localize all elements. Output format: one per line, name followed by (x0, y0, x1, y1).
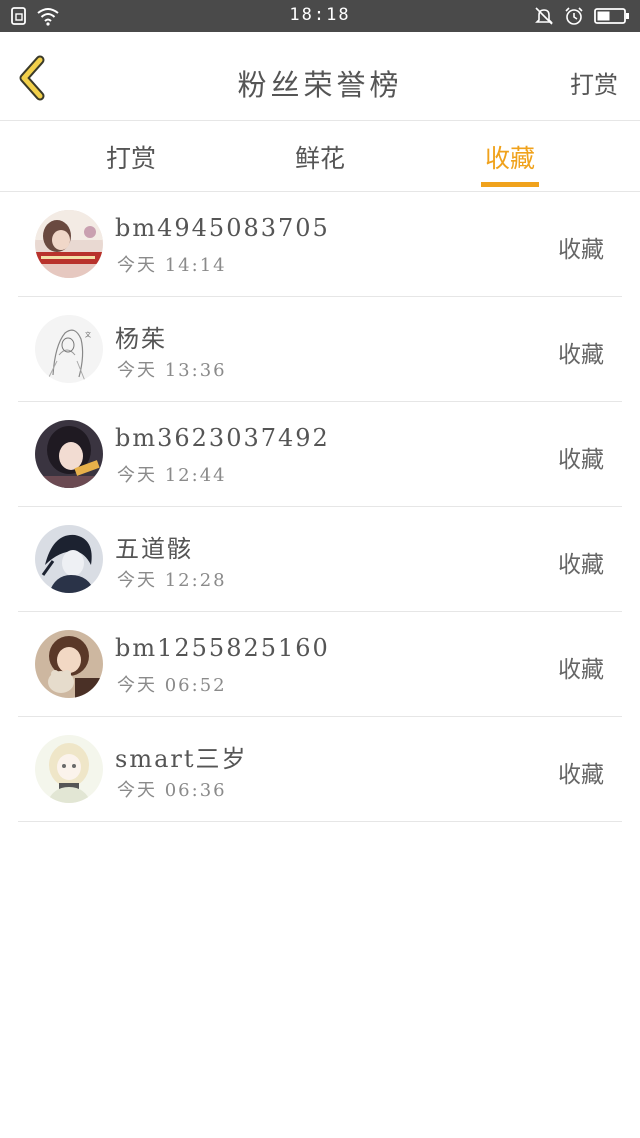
bell-off-icon (534, 6, 554, 30)
avatar (35, 525, 103, 593)
reward-button[interactable]: 打赏 (570, 65, 618, 100)
favorites-list: bm4945083705 今天 14:14 收藏 文 杨茱 今天 13:36 收… (0, 192, 640, 822)
avatar (35, 735, 103, 803)
list-item[interactable]: 文 杨茱 今天 13:36 收藏 (18, 297, 622, 402)
status-right-icons (534, 6, 630, 30)
favorite-label: 收藏 (558, 237, 604, 263)
username: 五道骸 (115, 535, 193, 563)
timestamp: 今天 06:36 (117, 780, 227, 801)
username: 杨茱 (115, 325, 167, 353)
timestamp: 今天 06:52 (117, 675, 227, 696)
favorite-label: 收藏 (558, 762, 604, 788)
favorite-label: 收藏 (558, 447, 604, 473)
list-item[interactable]: bm1255825160 今天 06:52 收藏 (18, 612, 622, 717)
username: bm1255825160 (115, 634, 330, 662)
list-item[interactable]: bm3623037492 今天 12:44 收藏 (18, 402, 622, 507)
list-item[interactable]: 五道骸 今天 12:28 收藏 (18, 507, 622, 612)
tab-bar: 打赏 鲜花 收藏 (0, 121, 640, 192)
favorite-label: 收藏 (558, 552, 604, 578)
active-tab-indicator (481, 182, 539, 187)
list-item[interactable]: smart三岁 今天 06:36 收藏 (18, 717, 622, 822)
timestamp: 今天 14:14 (117, 255, 227, 276)
avatar (35, 630, 103, 698)
timestamp: 今天 12:28 (117, 570, 227, 591)
page-title: 粉丝荣誉榜 (237, 68, 403, 102)
avatar (35, 420, 103, 488)
tab-flowers[interactable]: 鲜花 (260, 139, 380, 175)
tab-reward[interactable]: 打赏 (71, 139, 191, 175)
timestamp: 今天 12:44 (117, 465, 227, 486)
tab-favorites[interactable]: 收藏 (450, 139, 570, 175)
timestamp: 今天 13:36 (117, 360, 227, 381)
avatar (35, 210, 103, 278)
header-bar: 粉丝荣誉榜 打赏 (0, 32, 640, 121)
list-item[interactable]: bm4945083705 今天 14:14 收藏 (18, 192, 622, 297)
username: bm3623037492 (115, 424, 330, 452)
username: bm4945083705 (115, 214, 330, 242)
svg-text:文: 文 (85, 331, 91, 339)
favorite-label: 收藏 (558, 342, 604, 368)
alarm-clock-icon (564, 6, 584, 30)
favorite-label: 收藏 (558, 657, 604, 683)
battery-icon (594, 7, 630, 29)
status-bar: 18:18 (0, 0, 640, 32)
username: smart三岁 (115, 745, 248, 773)
avatar: 文 (35, 315, 103, 383)
